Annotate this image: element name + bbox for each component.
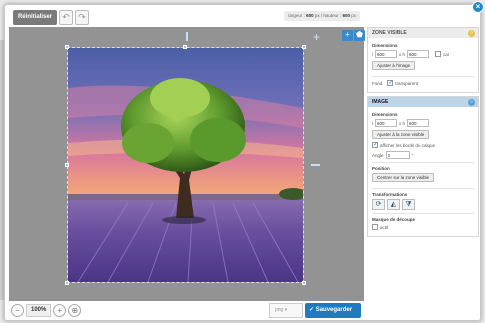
save-label: Sauvegarder <box>315 307 353 313</box>
flip-horizontal-icon[interactable]: ◭ <box>387 199 400 210</box>
top-toolbar: Réinitialiser ↶ ↷ <box>13 9 90 25</box>
flip-vertical-icon[interactable]: ⧩ <box>402 199 415 210</box>
collapse-icon-image[interactable]: ○ <box>468 98 475 106</box>
close-icon[interactable]: × <box>472 1 484 13</box>
fond-label: Fond <box>372 80 383 86</box>
dimensions-readout: largeur : 600 px / hauteur : 600 px <box>284 11 360 21</box>
zone-visible-title: ZONE VISIBLE <box>372 30 407 36</box>
reset-button[interactable]: Réinitialiser <box>13 9 58 25</box>
image-header[interactable]: IMAGE ○ <box>368 97 478 107</box>
image-title: IMAGE <box>372 99 389 105</box>
zone-visible-section: ZONE VISIBLE ○ Dimensions l x h car Ajus… <box>367 27 479 93</box>
zone-width-input[interactable] <box>375 50 397 58</box>
car-label: car <box>443 51 450 57</box>
crop-handle-br[interactable] <box>302 281 306 285</box>
width-label: largeur : <box>288 13 305 18</box>
angle-label: Angle <box>372 152 384 158</box>
image-editor-modal: × Réinitialiser ↶ ↷ largeur : 600 px / h… <box>4 1 484 321</box>
settings-panel: ZONE VISIBLE ○ Dimensions l x h car Ajus… <box>367 27 479 301</box>
right-guide[interactable] <box>311 164 320 166</box>
image-height-input[interactable] <box>407 119 430 127</box>
show-borders-checkbox[interactable] <box>372 141 378 148</box>
fit-icon[interactable]: ⊕ <box>68 304 82 317</box>
car-checkbox[interactable] <box>435 51 442 57</box>
height-label: / hauteur : <box>320 13 342 18</box>
format-select[interactable]: png ▾ <box>269 303 303 318</box>
plus-icon-corner[interactable]: + <box>313 31 320 43</box>
image-xh-label: x h <box>399 120 406 126</box>
center-button[interactable]: Centrer sur la zone visible <box>372 173 435 182</box>
undo-icon[interactable]: ↶ <box>59 9 74 25</box>
plus-icon[interactable]: + <box>342 30 353 41</box>
crop-area[interactable] <box>67 47 307 283</box>
crop-handle-tl[interactable] <box>65 45 69 49</box>
height-value: 600 <box>342 13 350 18</box>
height-unit: px <box>351 13 356 18</box>
crop-handle-bl[interactable] <box>65 281 69 285</box>
save-button[interactable]: ✓ Sauvegarder <box>305 303 361 318</box>
image-l-label: l <box>372 120 373 126</box>
show-borders-label: afficher les bords du calque <box>380 142 435 148</box>
collapse-icon[interactable]: ○ <box>468 29 475 37</box>
landscape-image <box>68 48 307 283</box>
image-width-input[interactable] <box>375 119 397 127</box>
crop-handle-top[interactable] <box>183 45 187 49</box>
transparent-label: transparent <box>395 80 419 86</box>
zone-height-input[interactable] <box>407 50 430 58</box>
format-value: png <box>275 307 284 313</box>
image-section: IMAGE ○ Dimensions l x h Ajuster à la zo… <box>367 96 479 237</box>
transparent-checkbox[interactable] <box>387 79 393 86</box>
mask-active-checkbox[interactable] <box>372 224 378 230</box>
top-guide[interactable] <box>186 32 188 41</box>
zone-l-label: l <box>372 51 373 57</box>
zoom-in-icon[interactable]: + <box>53 304 67 317</box>
zone-visible-header[interactable]: ZONE VISIBLE ○ <box>368 28 478 38</box>
mask-label: Masque de découpe <box>372 217 416 222</box>
redo-icon[interactable]: ↷ <box>75 9 90 25</box>
zoom-value[interactable]: 100% <box>26 304 52 317</box>
degree-label: ° <box>411 152 414 158</box>
crop-handle-tr[interactable] <box>302 45 306 49</box>
position-label: Position <box>372 166 390 171</box>
fit-to-zone-button[interactable]: Ajuster à la zone visible <box>372 130 430 139</box>
width-value: 600 <box>306 13 314 18</box>
angle-input[interactable] <box>385 151 410 159</box>
zoom-out-icon[interactable]: − <box>11 304 24 317</box>
zone-xh-label: x h <box>399 51 406 57</box>
rotate-icon[interactable]: ⟳ <box>372 199 385 210</box>
fit-to-image-button[interactable]: Ajuster à l'image <box>372 61 416 70</box>
zone-dimensions-label: Dimensions <box>372 43 398 48</box>
actif-label: actif <box>380 224 389 230</box>
editor-canvas[interactable]: + ⬟ + <box>9 27 365 301</box>
crop-handle-left[interactable] <box>65 163 69 167</box>
image-dimensions-label: Dimensions <box>372 112 398 117</box>
pin-icon[interactable]: ⬟ <box>354 30 365 41</box>
width-unit: px <box>314 13 320 18</box>
transform-label: Transformations <box>372 192 408 197</box>
